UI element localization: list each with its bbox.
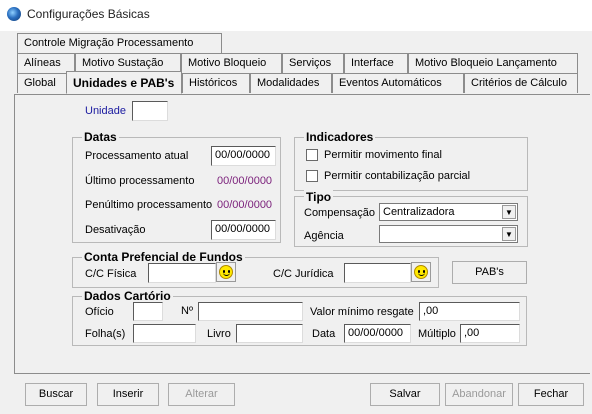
indicadores-title: Indicadores: [304, 130, 376, 144]
tab-historicos[interactable]: Históricos: [182, 73, 250, 93]
agencia-label: Agência: [304, 230, 344, 242]
ultimo-processamento-value: 00/00/0000: [217, 175, 273, 187]
compensacao-select[interactable]: Centralizadora ▼: [379, 203, 518, 221]
tipo-title: Tipo: [304, 190, 334, 204]
tab-modalidades[interactable]: Modalidades: [250, 73, 332, 93]
penultimo-processamento-value: 00/00/0000: [217, 199, 273, 211]
tab-eventos-automaticos[interactable]: Eventos Automáticos: [332, 73, 464, 93]
n-input[interactable]: [198, 302, 303, 321]
unidade-input[interactable]: [132, 101, 168, 121]
tab-criterios-calculo[interactable]: Critérios de Cálculo: [464, 73, 578, 93]
inserir-button[interactable]: Inserir: [97, 383, 159, 406]
processamento-atual-label: Processamento atual: [85, 150, 189, 162]
multiplo-input[interactable]: ,00: [460, 324, 520, 343]
penultimo-processamento-label: Penúltimo processamento: [85, 199, 213, 211]
desativacao-label: Desativação: [85, 224, 146, 236]
tab-interface[interactable]: Interface: [344, 53, 408, 73]
abandonar-button[interactable]: Abandonar: [445, 383, 513, 406]
alterar-button[interactable]: Alterar: [168, 383, 235, 406]
tab-controle-migracao[interactable]: Controle Migração Processamento: [17, 33, 222, 53]
oficio-input[interactable]: [133, 302, 163, 321]
tab-global[interactable]: Global: [17, 73, 67, 93]
tab-motivo-bloqueio[interactable]: Motivo Bloqueio: [181, 53, 282, 73]
cc-fisica-input[interactable]: [148, 263, 216, 283]
tab-motivo-sustacao[interactable]: Motivo Sustação: [75, 53, 181, 73]
valor-minimo-resgate-input[interactable]: ,00: [419, 302, 520, 321]
window-title: Configurações Básicas: [27, 7, 150, 21]
livro-label: Livro: [207, 328, 231, 340]
data-input[interactable]: 00/00/0000: [344, 324, 411, 343]
permitir-movimento-final-checkbox[interactable]: [306, 149, 318, 161]
permitir-contabilizacao-parcial-label: Permitir contabilização parcial: [324, 170, 471, 182]
unidade-label: Unidade: [85, 105, 126, 117]
agencia-select[interactable]: ▼: [379, 225, 518, 243]
compensacao-label: Compensação: [304, 207, 375, 219]
permitir-movimento-final-label: Permitir movimento final: [324, 149, 442, 161]
buscar-button[interactable]: Buscar: [25, 383, 87, 406]
tab-alineas[interactable]: Alíneas: [17, 53, 75, 73]
datas-title: Datas: [82, 130, 119, 144]
processamento-atual-input[interactable]: 00/00/0000: [211, 146, 276, 166]
smiley-lookup-icon[interactable]: [216, 262, 236, 282]
fechar-button[interactable]: Fechar: [518, 383, 584, 406]
chevron-down-icon[interactable]: ▼: [502, 205, 516, 219]
pabs-button[interactable]: PAB's: [452, 261, 527, 284]
tab-motivo-bloqueio-lancamento[interactable]: Motivo Bloqueio Lançamento: [408, 53, 578, 73]
multiplo-label: Múltiplo: [418, 328, 456, 340]
permitir-contabilizacao-parcial-checkbox[interactable]: [306, 170, 318, 182]
ultimo-processamento-label: Último processamento: [85, 175, 195, 187]
compensacao-value: Centralizadora: [383, 206, 455, 218]
indicadores-group: [294, 137, 528, 191]
valor-minimo-resgate-label: Valor mínimo resgate: [310, 306, 414, 318]
oficio-label: Ofício: [85, 306, 114, 318]
n-label: Nº: [181, 305, 193, 317]
tab-unidades-pabs[interactable]: Unidades e PAB's: [66, 71, 182, 94]
livro-input[interactable]: [236, 324, 303, 343]
chevron-down-icon[interactable]: ▼: [502, 227, 516, 241]
salvar-button[interactable]: Salvar: [370, 383, 440, 406]
dados-cartorio-title: Dados Cartório: [82, 289, 173, 303]
smiley-lookup-icon[interactable]: [411, 262, 431, 282]
folhas-input[interactable]: [133, 324, 196, 343]
cc-juridica-input[interactable]: [344, 263, 411, 283]
cc-juridica-label: C/C Jurídica: [273, 268, 334, 280]
tab-servicos[interactable]: Serviços: [282, 53, 344, 73]
folhas-label: Folha(s): [85, 328, 126, 340]
cc-fisica-label: C/C Física: [85, 268, 137, 280]
app-icon: [7, 7, 21, 21]
desativacao-input[interactable]: 00/00/0000: [211, 220, 276, 240]
data-label: Data: [312, 328, 336, 340]
